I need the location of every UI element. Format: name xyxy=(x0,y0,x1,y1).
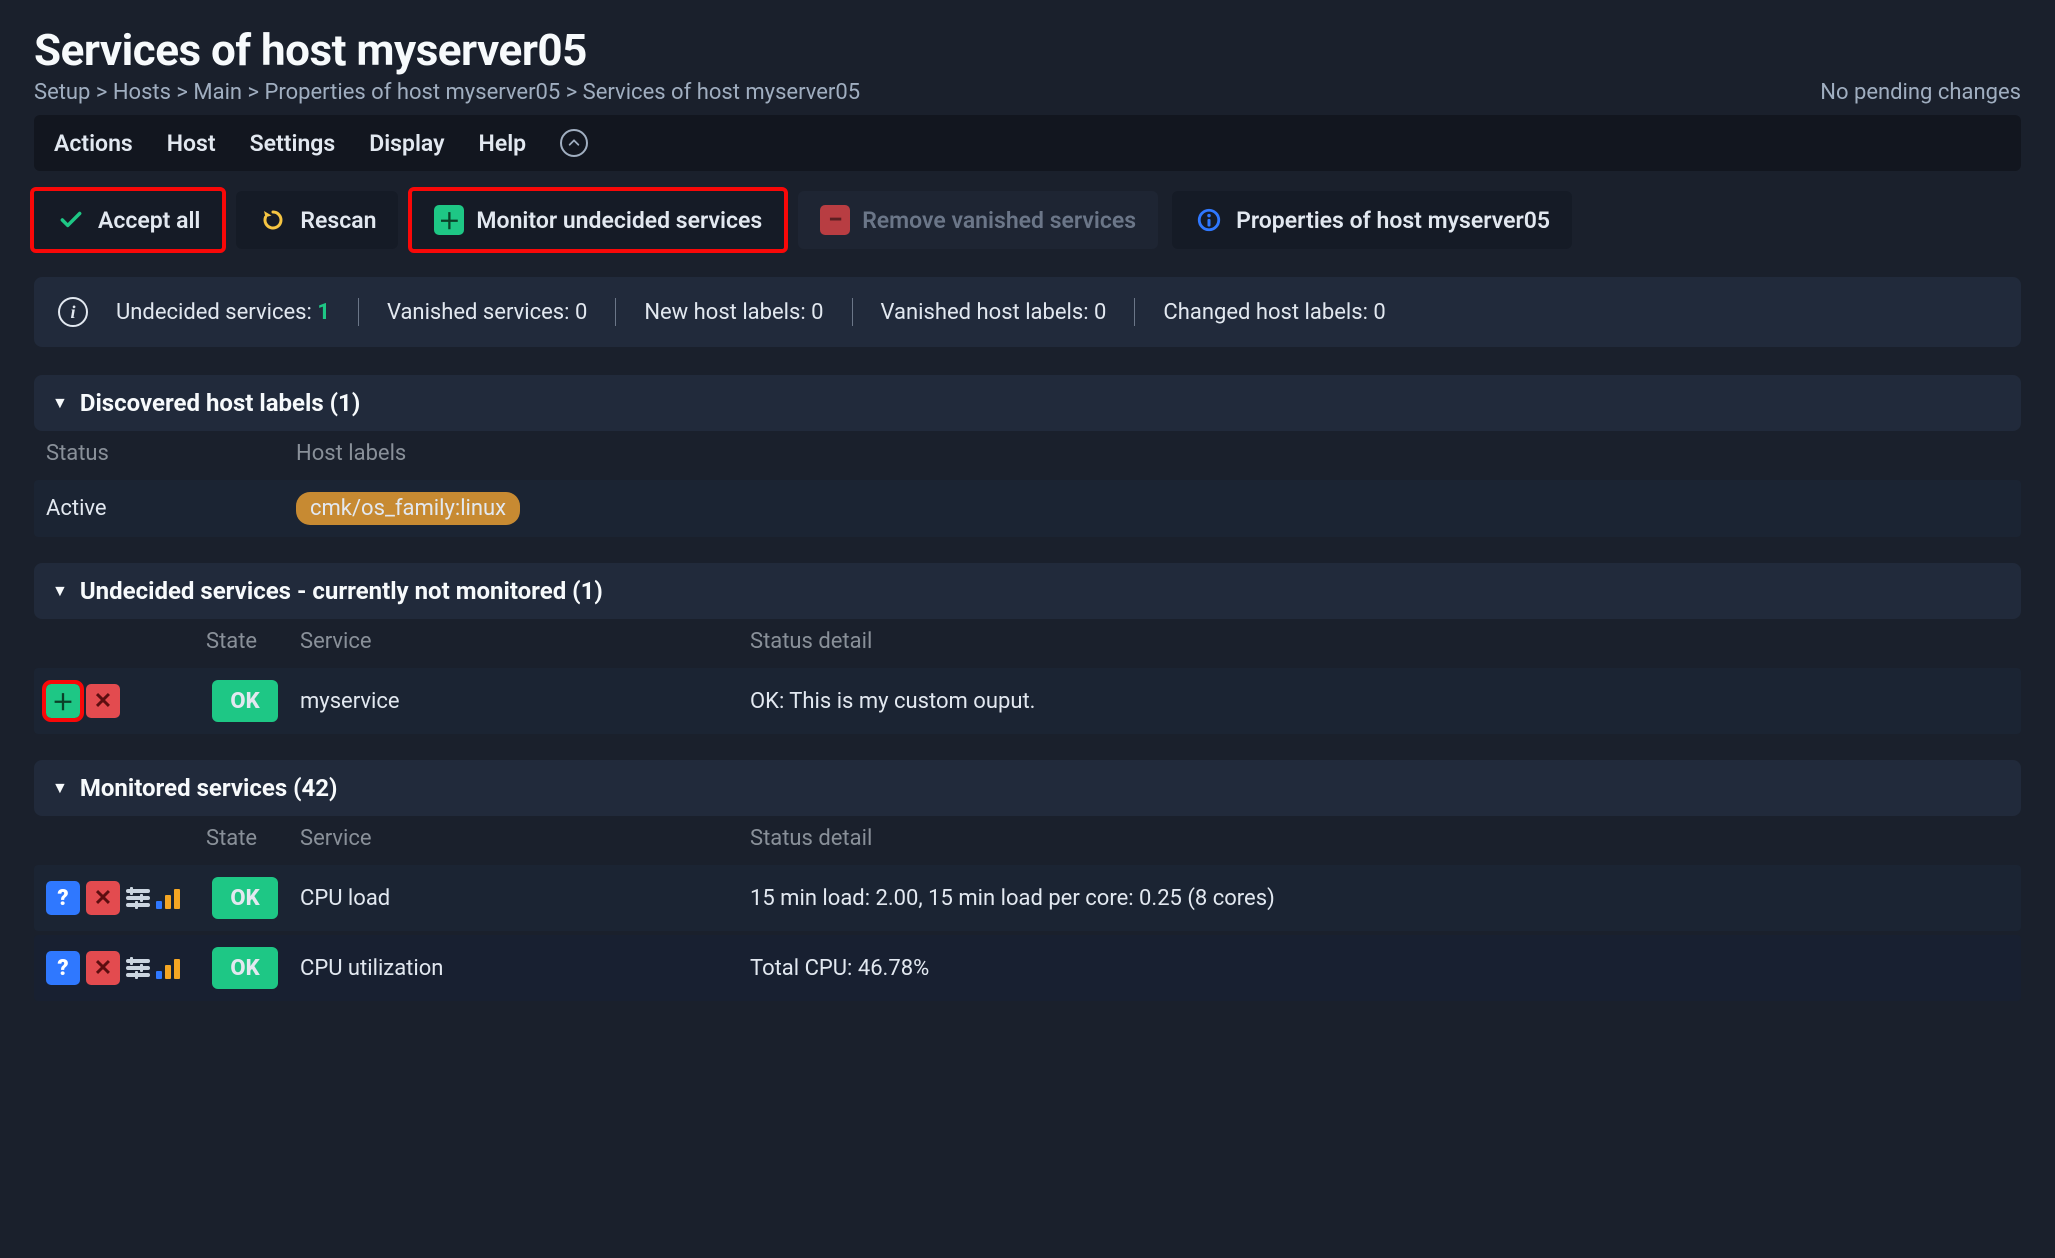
undecided-section: ▼ Undecided services - currently not mon… xyxy=(34,563,2021,734)
menu-settings[interactable]: Settings xyxy=(250,130,336,157)
host-labels-section: ▼ Discovered host labels (1) Status Host… xyxy=(34,375,2021,537)
col-status: Status xyxy=(46,441,296,466)
accept-all-label: Accept all xyxy=(98,207,200,234)
status-detail: OK: This is my custom ouput. xyxy=(750,689,2009,714)
col-state: State xyxy=(206,629,300,654)
page-title: Services of host myserver05 xyxy=(34,24,860,76)
parameters-icon[interactable] xyxy=(126,889,150,907)
collapse-icon: ▼ xyxy=(52,581,68,601)
monitored-columns: State Service Status detail xyxy=(34,816,2021,861)
properties-button[interactable]: Properties of host myserver05 xyxy=(1172,191,1572,249)
check-icon xyxy=(56,205,86,235)
toolbar: Accept all Rescan ＋ Monitor undecided se… xyxy=(34,191,2021,249)
plus-icon: ＋ xyxy=(434,205,464,235)
summary-vanished-labels: Vanished host labels: 0 xyxy=(881,300,1107,325)
rescan-button[interactable]: Rescan xyxy=(236,191,398,249)
parameters-icon[interactable] xyxy=(126,959,150,977)
summary-new-labels: New host labels: 0 xyxy=(644,300,823,325)
host-label-tag[interactable]: cmk/os_family:linux xyxy=(296,492,520,525)
summary-changed-labels: Changed host labels: 0 xyxy=(1163,300,1385,325)
accept-all-button[interactable]: Accept all xyxy=(34,191,222,249)
status-detail: Total CPU: 46.78% xyxy=(750,956,2009,981)
service-name: myservice xyxy=(300,689,750,714)
undecided-columns: State Service Status detail xyxy=(34,619,2021,664)
rescan-icon xyxy=(258,205,288,235)
service-name: CPU load xyxy=(300,886,750,911)
menubar: Actions Host Settings Display Help xyxy=(34,115,2021,171)
undecided-row: ＋ ✕ OK myservice OK: This is my custom o… xyxy=(34,668,2021,734)
minus-icon: – xyxy=(820,205,850,235)
host-label-row: Active cmk/os_family:linux xyxy=(34,480,2021,537)
pending-changes[interactable]: No pending changes xyxy=(1820,80,2021,105)
menu-expand-icon[interactable] xyxy=(560,129,588,157)
monitor-undecided-button[interactable]: ＋ Monitor undecided services xyxy=(412,191,784,249)
monitored-row: ? ✕ OK CPU utilization Total CPU: 46.78% xyxy=(34,935,2021,1001)
service-name: CPU utilization xyxy=(300,956,750,981)
remove-vanished-button[interactable]: – Remove vanished services xyxy=(798,191,1158,249)
summary-undecided: Undecided services: 1 xyxy=(116,300,330,325)
graph-icon[interactable] xyxy=(156,887,180,909)
col-state: State xyxy=(206,826,300,851)
menu-host[interactable]: Host xyxy=(167,130,216,157)
section-header-host-labels[interactable]: ▼ Discovered host labels (1) xyxy=(34,375,2021,431)
breadcrumb[interactable]: Setup > Hosts > Main > Properties of hos… xyxy=(34,80,860,105)
col-service: Service xyxy=(300,629,750,654)
menu-actions[interactable]: Actions xyxy=(54,130,133,157)
separator xyxy=(852,298,853,326)
separator xyxy=(358,298,359,326)
properties-label: Properties of host myserver05 xyxy=(1236,207,1550,234)
remove-vanished-label: Remove vanished services xyxy=(862,207,1136,234)
col-service: Service xyxy=(300,826,750,851)
summary-vanished: Vanished services: 0 xyxy=(387,300,587,325)
col-detail: Status detail xyxy=(750,629,2009,654)
host-label-status: Active xyxy=(46,496,296,521)
state-badge-ok: OK xyxy=(212,877,278,919)
col-host-labels: Host labels xyxy=(296,441,2009,466)
rescan-label: Rescan xyxy=(300,207,376,234)
state-badge-ok: OK xyxy=(212,680,278,722)
summary-bar: i Undecided services: 1 Vanished service… xyxy=(34,277,2021,347)
menu-display[interactable]: Display xyxy=(369,130,444,157)
separator xyxy=(615,298,616,326)
add-service-button[interactable]: ＋ xyxy=(46,684,80,718)
info-icon: i xyxy=(58,297,88,327)
info-circle-icon xyxy=(1194,205,1224,235)
remove-service-button[interactable]: ✕ xyxy=(86,684,120,718)
remove-service-button[interactable]: ✕ xyxy=(86,951,120,985)
col-detail: Status detail xyxy=(750,826,2009,851)
section-header-undecided[interactable]: ▼ Undecided services - currently not mon… xyxy=(34,563,2021,619)
help-button[interactable]: ? xyxy=(46,881,80,915)
menu-help[interactable]: Help xyxy=(479,130,527,157)
monitored-section: ▼ Monitored services (42) State Service … xyxy=(34,760,2021,1001)
section-header-monitored[interactable]: ▼ Monitored services (42) xyxy=(34,760,2021,816)
host-labels-columns: Status Host labels xyxy=(34,431,2021,476)
state-badge-ok: OK xyxy=(212,947,278,989)
graph-icon[interactable] xyxy=(156,957,180,979)
separator xyxy=(1134,298,1135,326)
monitor-undecided-label: Monitor undecided services xyxy=(476,207,762,234)
status-detail: 15 min load: 2.00, 15 min load per core:… xyxy=(750,886,2009,911)
help-button[interactable]: ? xyxy=(46,951,80,985)
remove-service-button[interactable]: ✕ xyxy=(86,881,120,915)
collapse-icon: ▼ xyxy=(52,393,68,413)
collapse-icon: ▼ xyxy=(52,778,68,798)
monitored-row: ? ✕ OK CPU load 15 min load: 2.00, 15 mi… xyxy=(34,865,2021,931)
